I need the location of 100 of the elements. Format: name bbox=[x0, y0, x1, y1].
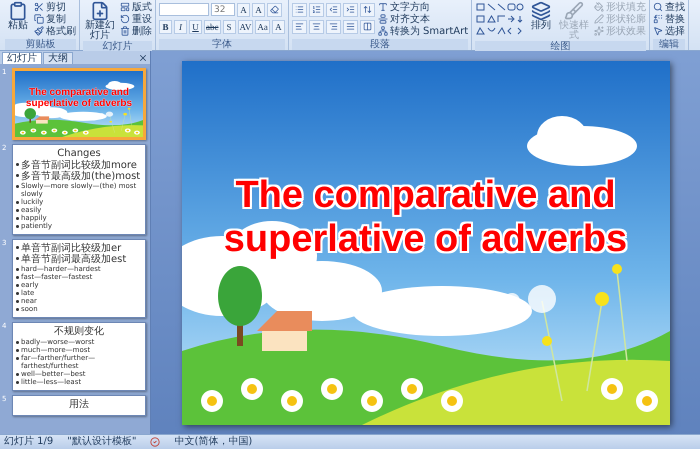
toolbar-button[interactable] bbox=[267, 2, 282, 16]
thumbnail-bullet: 单音节副词最高级加est bbox=[21, 254, 126, 265]
close-icon[interactable] bbox=[138, 53, 148, 63]
ribbon-button[interactable]: 文字方向 bbox=[378, 1, 468, 13]
toolbar-button[interactable] bbox=[342, 20, 358, 34]
ribbon-large-button[interactable]: 粘贴 bbox=[5, 1, 31, 31]
bullet-icon bbox=[16, 257, 19, 260]
text-direction-icon bbox=[378, 2, 388, 12]
toolbar-button[interactable] bbox=[360, 2, 375, 16]
ribbon-large-button[interactable]: 新建幻灯片 bbox=[83, 1, 117, 41]
layers-icon bbox=[531, 1, 552, 21]
bullet-list-icon bbox=[294, 5, 304, 14]
format-button[interactable]: U bbox=[189, 20, 202, 34]
group-label: 剪贴板 bbox=[5, 39, 76, 50]
search-icon bbox=[653, 2, 664, 12]
bullet-icon bbox=[16, 292, 19, 295]
ribbon-button[interactable]: 转换为 SmartArt bbox=[378, 25, 468, 37]
bullet-icon bbox=[16, 276, 19, 279]
bullet-icon bbox=[16, 349, 19, 352]
reset-icon bbox=[120, 14, 130, 24]
numbered-list-icon bbox=[312, 5, 321, 14]
toolbar-button[interactable] bbox=[308, 2, 324, 16]
scissors-icon bbox=[34, 2, 44, 12]
ribbon-button[interactable]: 版式 bbox=[120, 1, 152, 13]
bullet-icon bbox=[16, 308, 19, 311]
toolbar-button[interactable] bbox=[292, 2, 307, 16]
brush-icon bbox=[564, 1, 584, 21]
justify-icon bbox=[346, 22, 355, 31]
bullet-icon bbox=[16, 201, 19, 204]
clipboard-icon bbox=[8, 1, 28, 21]
thumbnail-bullet: 多音节最高级加(the)most bbox=[21, 171, 140, 182]
bullet-icon bbox=[16, 381, 19, 384]
thumbnail-title: Changes bbox=[56, 148, 102, 160]
bullet-icon bbox=[16, 185, 19, 188]
ribbon-button[interactable]: 删除 bbox=[120, 25, 152, 37]
group-label: 段落 bbox=[292, 39, 468, 50]
bullet-icon bbox=[16, 268, 19, 271]
layout-icon bbox=[120, 2, 130, 12]
group-label: 绘图 bbox=[475, 41, 646, 52]
paint-bucket-icon bbox=[594, 2, 604, 12]
font-field[interactable] bbox=[159, 3, 209, 16]
group-label: 字体 bbox=[159, 39, 285, 50]
panel-tab[interactable]: 幻灯片 bbox=[2, 52, 42, 64]
bullet-icon bbox=[16, 373, 19, 376]
slide-thumbnail[interactable]: 用法 bbox=[12, 395, 146, 416]
new-slide-icon bbox=[90, 1, 110, 21]
panel-tab[interactable]: 大纲 bbox=[43, 52, 73, 64]
ribbon-button[interactable]: 复制 bbox=[34, 13, 76, 25]
thumbnail-title: 不规则变化 bbox=[53, 326, 105, 338]
toolbar-button[interactable] bbox=[326, 2, 341, 16]
format-button[interactable]: abc bbox=[204, 20, 220, 34]
format-button[interactable]: Aa bbox=[255, 20, 270, 34]
ribbon-button[interactable]: 格式刷 bbox=[34, 25, 76, 37]
format-button[interactable]: A bbox=[237, 2, 250, 16]
bullet-icon bbox=[16, 246, 19, 249]
sparkles-icon bbox=[594, 26, 604, 36]
check-icon bbox=[150, 437, 160, 447]
align-left-icon bbox=[294, 22, 304, 31]
format-button[interactable]: S bbox=[222, 20, 236, 34]
diagram-icon bbox=[378, 26, 388, 36]
replace-icon bbox=[653, 14, 664, 24]
format-button[interactable]: B bbox=[159, 20, 172, 34]
outdent-icon bbox=[328, 5, 338, 14]
align-right-icon bbox=[328, 22, 338, 31]
language-indicator: 中文(简体，中国) bbox=[174, 436, 252, 448]
columns-icon bbox=[362, 22, 372, 31]
ribbon-button[interactable]: 替换 bbox=[653, 13, 686, 25]
brush-icon bbox=[34, 26, 44, 36]
toolbar-button[interactable] bbox=[360, 20, 375, 34]
ribbon-button[interactable]: 查找 bbox=[653, 1, 686, 13]
format-button[interactable]: A bbox=[272, 20, 285, 34]
trash-icon bbox=[120, 26, 130, 36]
font-field[interactable]: 32 bbox=[211, 3, 235, 16]
toolbar-button[interactable] bbox=[292, 20, 307, 34]
toolbar-button[interactable] bbox=[308, 20, 324, 34]
group-label: 编辑 bbox=[653, 39, 686, 50]
slide-counter: 幻灯片 1/9 bbox=[4, 436, 54, 448]
theme-name: "默认设计模板" bbox=[67, 436, 136, 448]
align-center-icon bbox=[312, 22, 321, 31]
format-button[interactable]: I bbox=[174, 20, 187, 34]
bullet-icon bbox=[16, 174, 19, 177]
ribbon-button[interactable]: 重设 bbox=[120, 13, 152, 25]
pointer-icon bbox=[653, 26, 664, 36]
toolbar-button[interactable] bbox=[326, 20, 341, 34]
format-button[interactable]: A bbox=[252, 2, 265, 16]
bullet-icon bbox=[16, 341, 19, 344]
ribbon-button[interactable]: 选择 bbox=[653, 25, 686, 37]
ribbon-button[interactable]: 对齐文本 bbox=[378, 13, 468, 25]
bullet-icon bbox=[16, 300, 19, 303]
bullet-icon bbox=[16, 217, 19, 220]
pen-icon bbox=[594, 14, 604, 24]
group-label: 幻灯片 bbox=[83, 41, 152, 52]
bullet-icon bbox=[16, 163, 19, 166]
bullet-icon bbox=[16, 209, 19, 212]
ribbon-large-button[interactable]: 排列 bbox=[528, 1, 554, 31]
thumbnail-bullet: 单音节副词比较级加er bbox=[21, 243, 122, 254]
format-button[interactable]: AV bbox=[238, 20, 254, 34]
ribbon-button[interactable]: 剪切 bbox=[34, 1, 76, 13]
toolbar-button[interactable] bbox=[342, 2, 358, 16]
thumbnail-title: 用法 bbox=[68, 399, 90, 411]
